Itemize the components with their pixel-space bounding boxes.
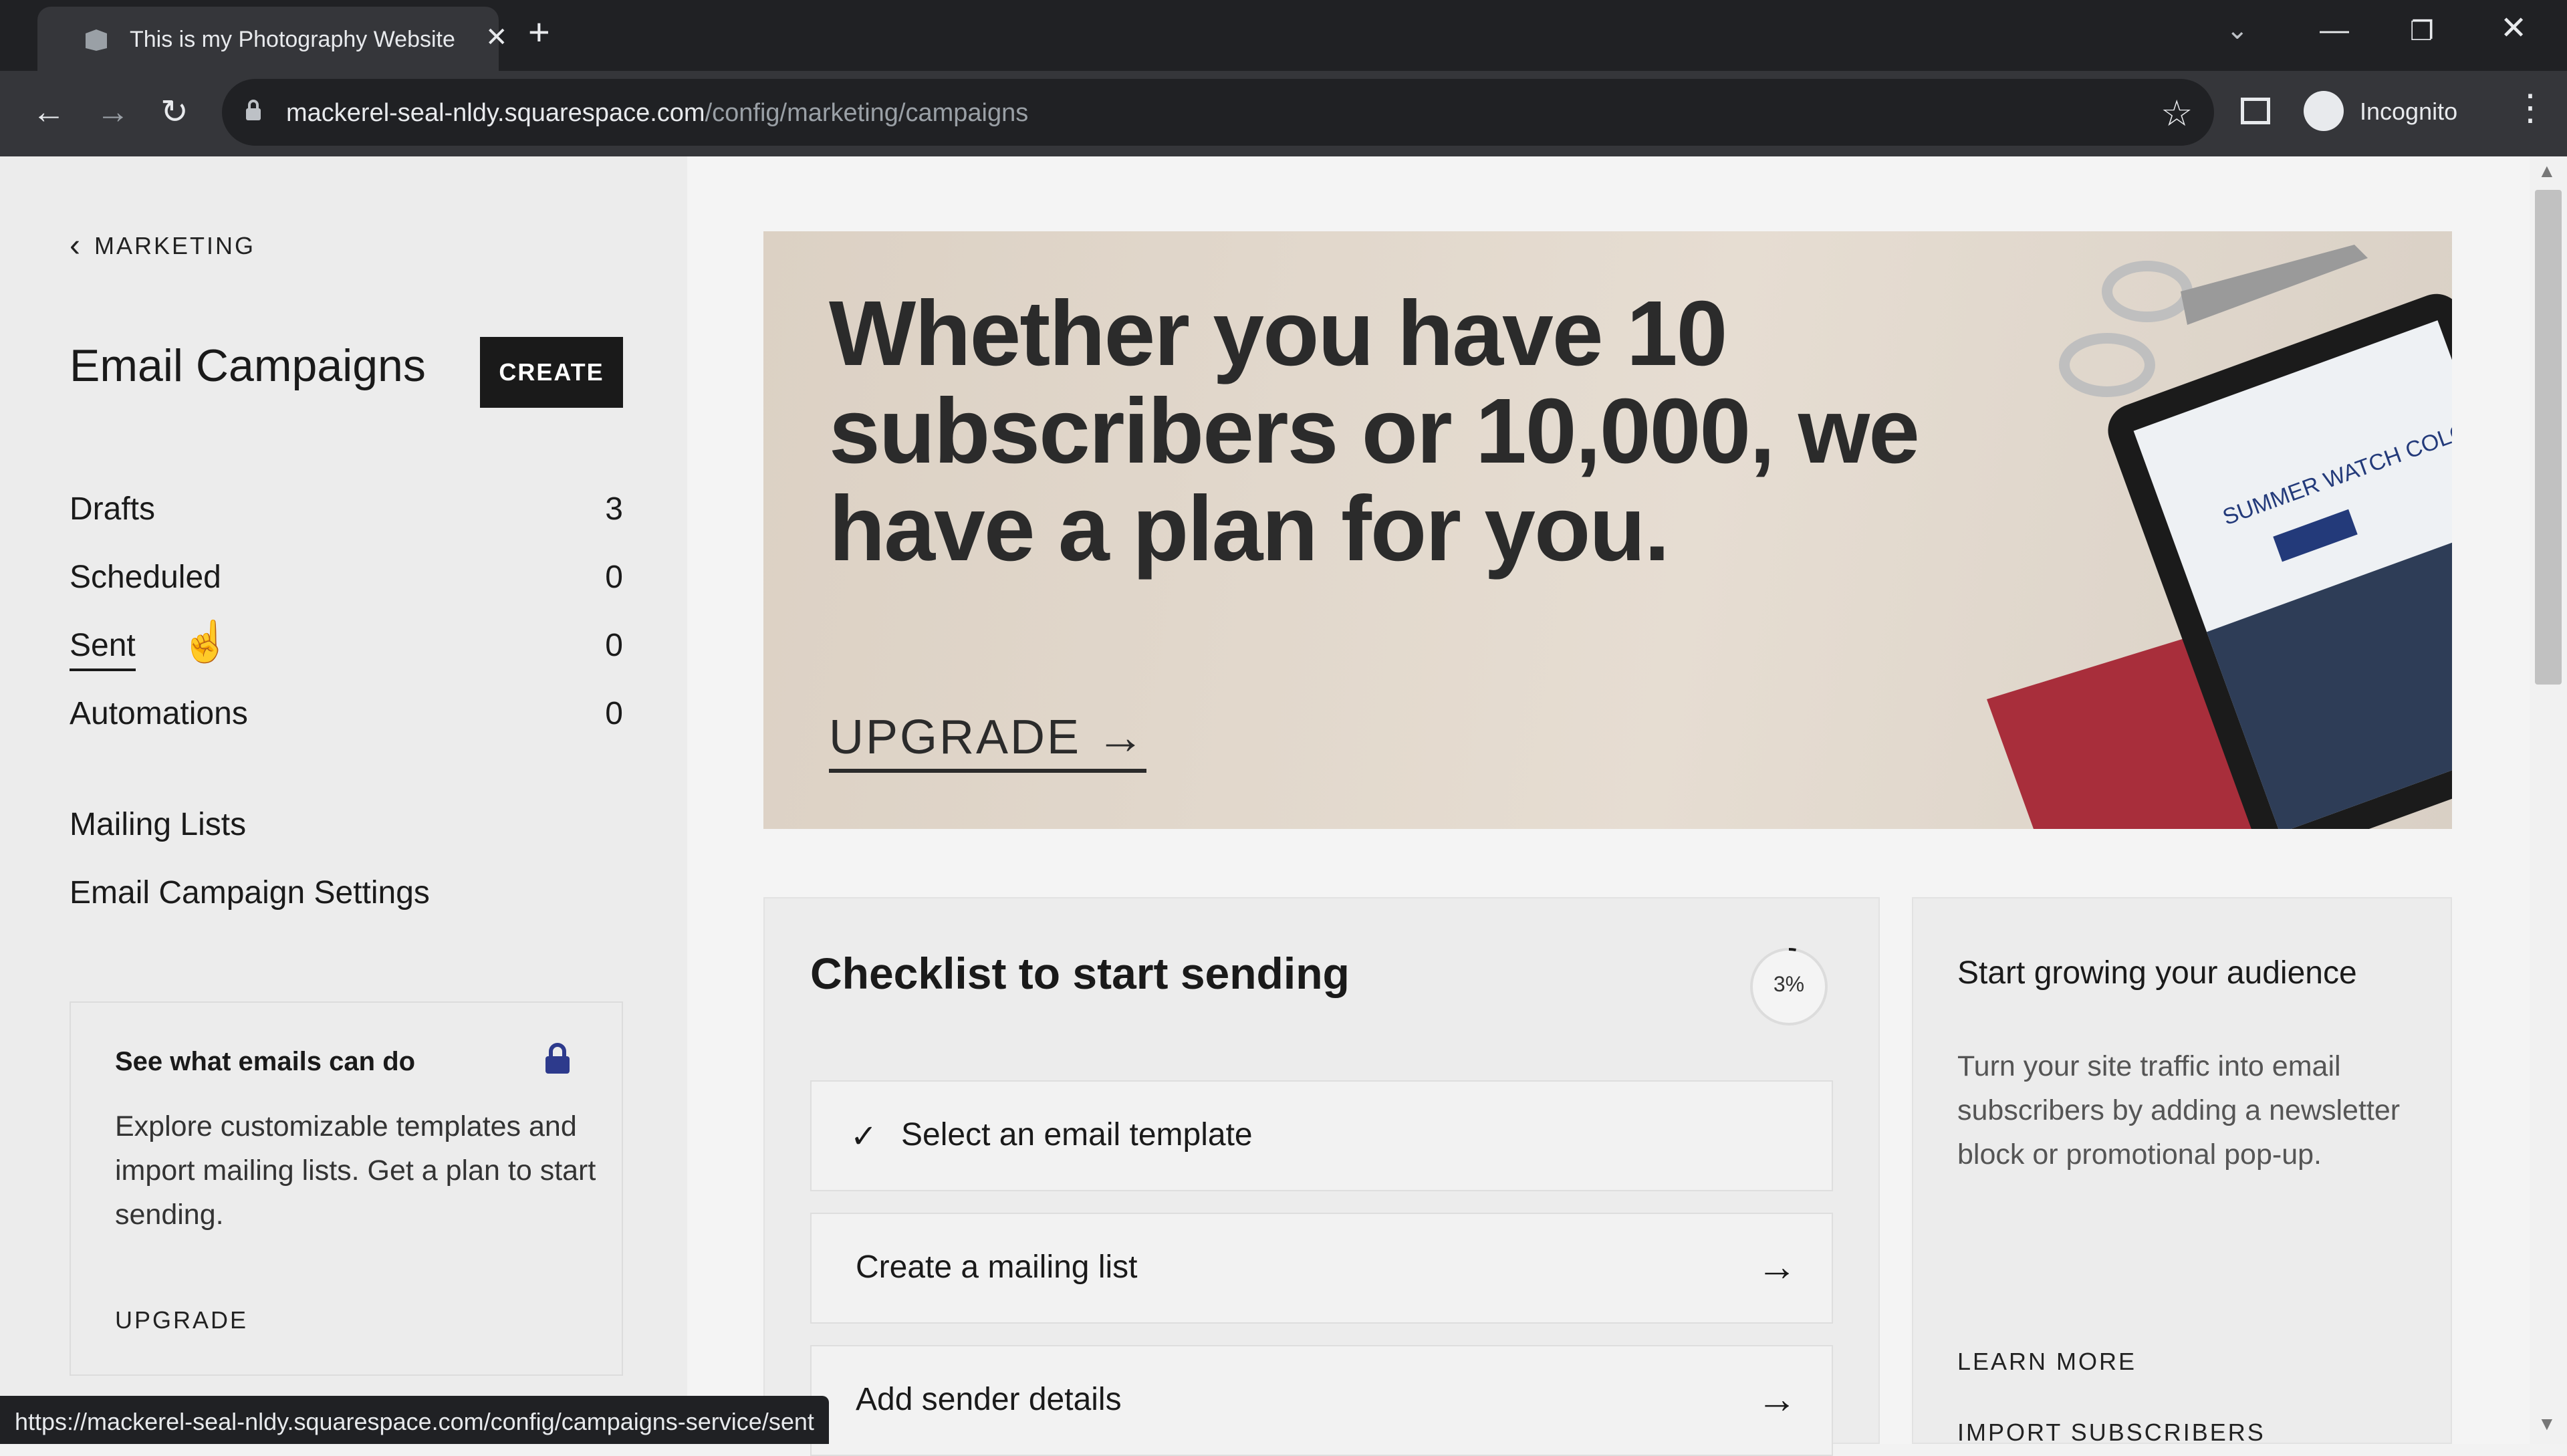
new-tab-icon[interactable]: +	[528, 13, 550, 51]
incognito-icon[interactable]	[2304, 91, 2344, 131]
audience-card: Start growing your audience Turn your si…	[1912, 897, 2452, 1447]
marketing-back-link[interactable]: ‹ MARKETING	[70, 230, 255, 262]
promo-upgrade-link[interactable]: UPGRADE	[115, 1306, 248, 1334]
checklist-item-label: Add sender details	[856, 1382, 1122, 1417]
arrow-right-icon: →	[1757, 1376, 1797, 1421]
sidebar: ‹ MARKETING Email Campaigns CREATE Draft…	[0, 156, 687, 1444]
page-title: Email Campaigns	[70, 340, 426, 391]
progress-percent: 3%	[1773, 972, 1805, 996]
sidebar-item-label: Drafts	[70, 491, 156, 527]
address-bar[interactable]: mackerel-seal-nldy.squarespace.com/confi…	[222, 79, 2214, 146]
checklist-item-add-sender-details[interactable]: Add sender details →	[810, 1345, 1833, 1456]
sidebar-item-label: Sent	[70, 628, 136, 671]
checklist-item-create-mailing-list[interactable]: Create a mailing list →	[810, 1213, 1833, 1324]
scrollbar-thumb[interactable]	[2535, 190, 2562, 685]
scroll-down-icon[interactable]: ▼	[2538, 1413, 2556, 1435]
checklist-item-select-template[interactable]: ✓ Select an email template	[810, 1080, 1833, 1191]
scroll-up-icon[interactable]: ▲	[2538, 160, 2556, 182]
chevron-left-icon: ‹	[70, 228, 82, 263]
sidebar-item-label: Scheduled	[70, 560, 221, 595]
profile-label[interactable]: Incognito	[2360, 98, 2457, 126]
sidebar-item-count: 0	[605, 560, 623, 595]
arrow-right-icon: →	[1096, 711, 1147, 764]
restore-icon[interactable]: ❐	[2410, 16, 2434, 47]
audience-title: Start growing your audience	[1957, 955, 2357, 991]
audience-body: Turn your site traffic into email subscr…	[1957, 1050, 2401, 1171]
bookmark-star-icon[interactable]: ☆	[2161, 92, 2193, 134]
sidebar-item-count: 3	[605, 491, 623, 527]
hero-upgrade-label: UPGRADE	[829, 711, 1082, 764]
lock-icon	[246, 100, 261, 120]
promo-title: See what emails can do	[115, 1047, 416, 1076]
window-close-icon[interactable]: ✕	[2500, 9, 2527, 47]
forward-arrow-icon[interactable]: →	[96, 95, 130, 128]
sidebar-item-count: 0	[605, 628, 623, 663]
checklist-item-label: Select an email template	[901, 1117, 1253, 1152]
page-content: ‹ MARKETING Email Campaigns CREATE Draft…	[0, 156, 2567, 1456]
tab-title: This is my Photography Website	[130, 27, 455, 52]
sidebar-item-sent[interactable]: Sent 0	[70, 627, 623, 681]
sidebar-item-count: 0	[605, 696, 623, 731]
sidebar-item-label: Automations	[70, 696, 248, 731]
lock-icon	[545, 1043, 570, 1074]
side-panel-icon[interactable]	[2241, 98, 2270, 124]
learn-more-link[interactable]: LEARN MORE	[1957, 1348, 2136, 1376]
tab-search-icon[interactable]: ⌄	[2226, 15, 2249, 45]
sidebar-link-mailing-lists[interactable]: Mailing Lists	[70, 806, 246, 843]
hero-upgrade-link[interactable]: UPGRADE →	[829, 710, 1147, 773]
hero-product-image: SUMMER WATCH COLOR SERIES	[1987, 245, 2452, 829]
promo-body: Explore customizable templates and impor…	[115, 1110, 596, 1231]
back-arrow-icon[interactable]: ←	[32, 95, 66, 128]
back-link-label: MARKETING	[94, 232, 255, 259]
browser-tab[interactable]: This is my Photography Website ✕	[37, 7, 508, 71]
arrow-right-icon: →	[1757, 1244, 1797, 1289]
browser-menu-icon[interactable]: ⋮	[2512, 90, 2548, 126]
tab-close-icon[interactable]: ✕	[485, 24, 508, 51]
upgrade-promo-card: See what emails can do Explore customiza…	[70, 1001, 623, 1376]
create-button[interactable]: CREATE	[480, 337, 623, 408]
status-bar-url: https://mackerel-seal-nldy.squarespace.c…	[0, 1396, 829, 1444]
squarespace-favicon-icon	[86, 29, 107, 51]
reload-icon[interactable]: ↻	[160, 95, 189, 128]
hand-pointer-cursor-icon: ☝	[180, 619, 231, 664]
sidebar-item-automations[interactable]: Automations 0	[70, 695, 623, 749]
browser-tab-bar: This is my Photography Website ✕ + ⌄ — ❐…	[0, 0, 2567, 71]
import-subscribers-link[interactable]: IMPORT SUBSCRIBERS	[1957, 1419, 2266, 1447]
checklist-item-label: Create a mailing list	[856, 1249, 1138, 1285]
sidebar-item-scheduled[interactable]: Scheduled 0	[70, 559, 623, 612]
browser-toolbar: ← → ↻ mackerel-seal-nldy.squarespace.com…	[0, 71, 2567, 156]
url-text: mackerel-seal-nldy.squarespace.com/confi…	[286, 99, 1029, 127]
minimize-icon[interactable]: —	[2320, 13, 2349, 47]
upgrade-hero-banner: Whether you have 10 subscribers or 10,00…	[763, 231, 2452, 829]
page-scrollbar[interactable]: ▲ ▼	[2530, 156, 2567, 1444]
sidebar-link-email-campaign-settings[interactable]: Email Campaign Settings	[70, 874, 430, 911]
checklist-title: Checklist to start sending	[810, 949, 1350, 998]
checkmark-icon: ✓	[850, 1119, 878, 1155]
hero-headline: Whether you have 10 subscribers or 10,00…	[829, 282, 1920, 580]
sidebar-item-drafts[interactable]: Drafts 3	[70, 491, 623, 544]
checklist-card: Checklist to start sending 3% ✓ Select a…	[763, 897, 1880, 1456]
